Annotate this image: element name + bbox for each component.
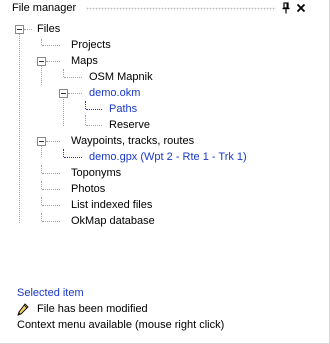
tree-connector	[46, 61, 60, 62]
pencil-icon	[17, 303, 29, 316]
tree-item-reserve[interactable]: Reserve	[109, 117, 150, 133]
tree-item-projects[interactable]: Projects	[71, 37, 111, 53]
tree-item-osm-mapnik[interactable]: OSM Mapnik	[89, 69, 153, 85]
tree-connector	[42, 173, 60, 174]
collapse-toggle-waypoints[interactable]	[37, 137, 46, 146]
tree-item-label: Paths	[109, 103, 138, 115]
tree-item-paths[interactable]: Paths	[109, 101, 137, 117]
tree-connector	[63, 149, 64, 157]
tree-item-label: demo.okm	[89, 87, 141, 99]
tree-connector	[42, 189, 60, 190]
tree-item-maps[interactable]: Maps	[71, 53, 98, 69]
file-tree: Files Projects Maps OSM Mapnik demo.okm	[0, 0, 329, 240]
tree-connector	[85, 115, 86, 125]
tree-item-list-indexed[interactable]: List indexed files	[71, 197, 152, 213]
tree-connector	[41, 65, 42, 85]
tree-connector	[19, 33, 20, 223]
tree-item-label: OkMap database	[71, 215, 155, 227]
tree-connector	[42, 205, 60, 206]
tree-item-label: Files	[37, 23, 61, 35]
tree-connector	[64, 157, 82, 158]
tree-connector	[41, 197, 42, 205]
tree-item-demo-okm[interactable]: demo.okm	[89, 85, 140, 101]
tree-connector	[46, 141, 60, 142]
tree-item-photos[interactable]: Photos	[71, 181, 105, 197]
tree-connector	[41, 39, 42, 45]
collapse-toggle-files[interactable]	[15, 25, 24, 34]
tree-item-label: List indexed files	[71, 199, 153, 211]
tree-item-waypoints[interactable]: Waypoints, tracks, routes	[71, 133, 194, 149]
tree-connector	[85, 101, 86, 109]
tree-connector	[41, 213, 42, 221]
tree-connector	[63, 97, 64, 126]
tree-connector	[24, 29, 32, 30]
tree-item-label: Reserve	[109, 119, 150, 131]
tree-connector	[42, 221, 60, 222]
tree-item-label: Maps	[71, 55, 98, 67]
tree-connector	[41, 145, 42, 157]
tree-item-label: OSM Mapnik	[89, 71, 153, 83]
tree-connector	[63, 69, 64, 77]
tree-item-label: Waypoints, tracks, routes	[71, 135, 195, 147]
tree-connector	[86, 109, 102, 110]
collapse-toggle-demo-okm[interactable]	[59, 89, 68, 98]
tree-item-okmap-database[interactable]: OkMap database	[71, 213, 155, 229]
tree-item-toponyms[interactable]: Toponyms	[71, 165, 121, 181]
tree-connector	[64, 77, 82, 78]
tree-connector	[68, 93, 82, 94]
legend-context-menu: Context menu available (mouse right clic…	[17, 319, 225, 331]
tree-item-demo-gpx[interactable]: demo.gpx (Wpt 2 - Rte 1 - Trk 1)	[89, 149, 247, 165]
file-manager-panel: File manager Files Projects Maps OSM Map…	[0, 0, 330, 344]
tree-connector	[41, 181, 42, 189]
tree-connector	[41, 165, 42, 173]
tree-item-label: Toponyms	[71, 167, 122, 179]
legend-modified: File has been modified	[37, 303, 148, 315]
tree-item-files[interactable]: Files	[37, 21, 60, 37]
collapse-toggle-maps[interactable]	[37, 57, 46, 66]
legend-selected-item: Selected item	[17, 287, 84, 299]
tree-connector	[42, 45, 60, 46]
tree-connector	[86, 125, 102, 126]
tree-item-label: demo.gpx (Wpt 2 - Rte 1 - Trk 1)	[89, 151, 247, 163]
tree-item-label: Photos	[71, 183, 106, 195]
tree-item-label: Projects	[71, 39, 111, 51]
